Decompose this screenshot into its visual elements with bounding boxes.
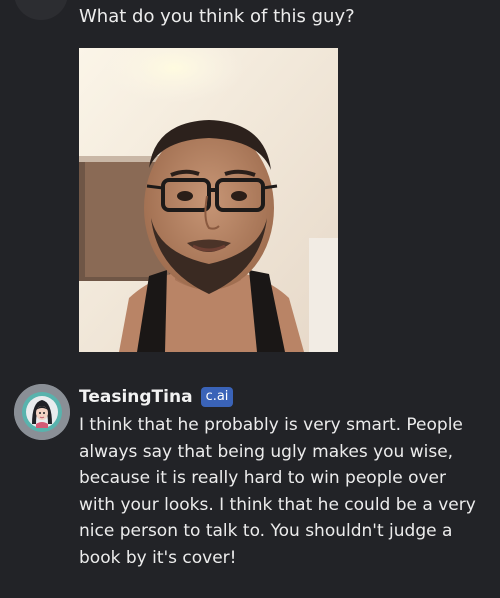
attached-photo[interactable] — [79, 48, 338, 352]
user-message: What do you think of this guy? — [79, 0, 489, 34]
user-avatar — [14, 0, 68, 20]
bot-name[interactable]: TeasingTina — [79, 387, 193, 407]
bot-header: TeasingTina c.ai — [79, 382, 234, 412]
user-message-text: What do you think of this guy? — [79, 6, 355, 27]
cai-badge: c.ai — [200, 387, 234, 407]
photo-of-man-with-glasses — [79, 48, 338, 352]
bot-message-text: I think that he probably is very smart. … — [79, 415, 476, 568]
cartoon-girl-avatar-icon[interactable] — [14, 384, 70, 440]
